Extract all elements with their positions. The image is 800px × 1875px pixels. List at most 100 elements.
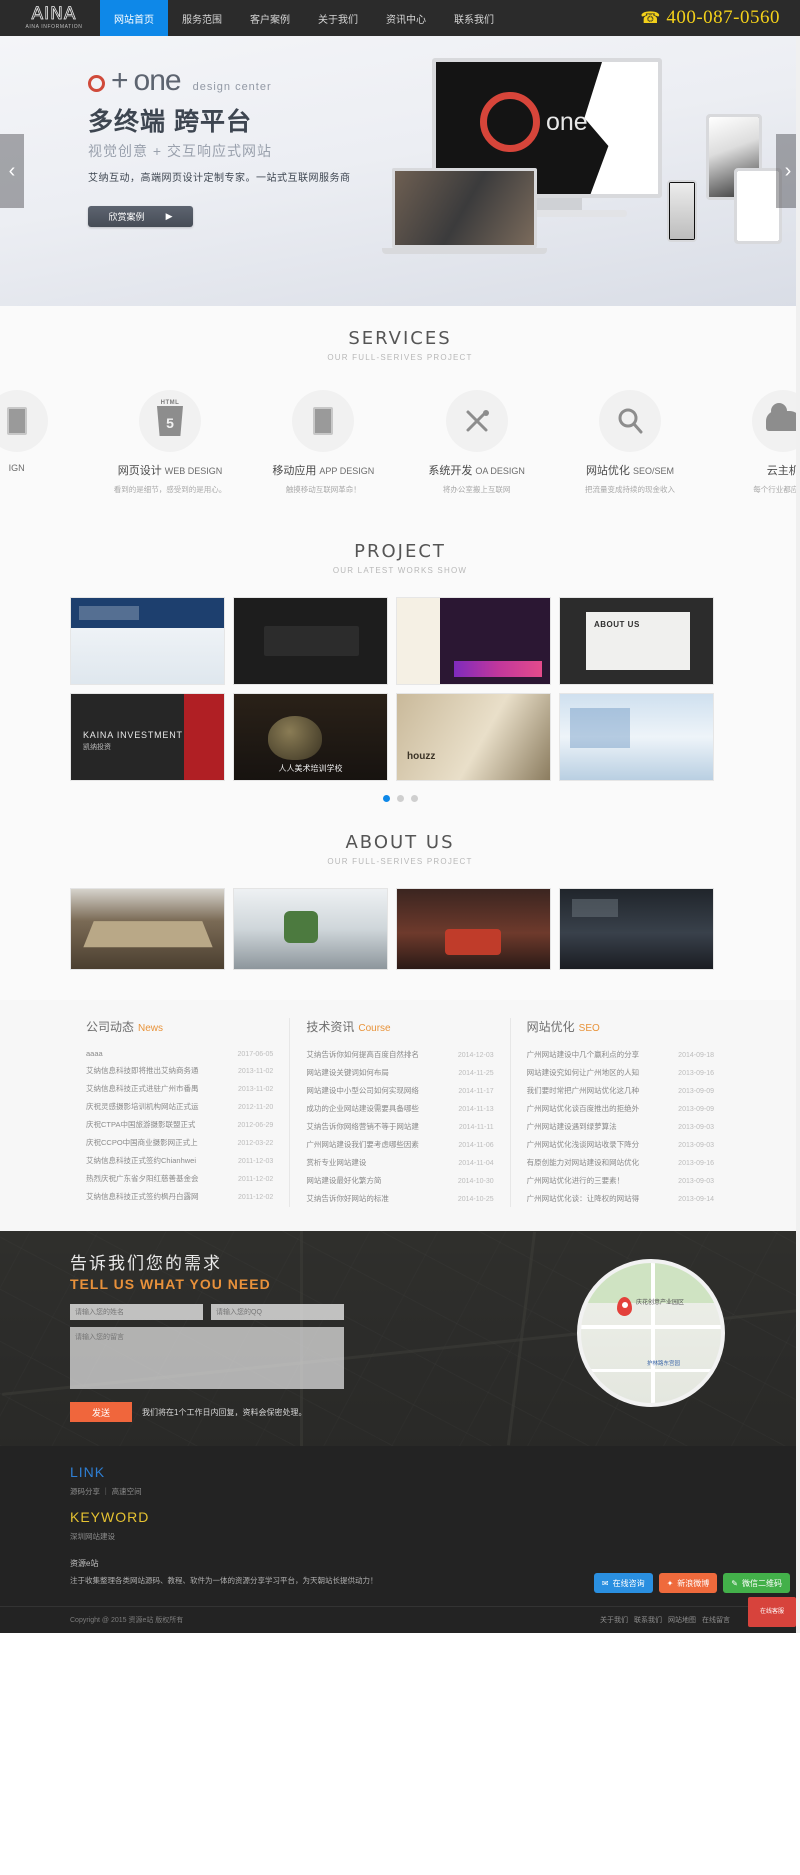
news-item[interactable]: 成功的企业网站建设需要具备哪些 2014-11-13: [306, 1099, 493, 1117]
news-item[interactable]: 艾纳告诉你好网站的标准 2014-10-25: [306, 1189, 493, 1207]
news-item[interactable]: 热烈庆祝广东省夕阳红慈善基金会 2011-12-02: [86, 1169, 273, 1187]
news-item[interactable]: 庆祝灵感摄影培训机构网站正式运 2012-11-20: [86, 1097, 273, 1115]
footer-nav-message[interactable]: 在线留言: [702, 1615, 730, 1625]
news-item[interactable]: 广州网站优化进行的三要素！ 2013-09-03: [527, 1171, 714, 1189]
news-item[interactable]: 艾纳信息科技即将推出艾纳商务通 2013-11-02: [86, 1061, 273, 1079]
weibo-button[interactable]: ✦ 新浪微博: [658, 1573, 718, 1593]
news-item[interactable]: 广州网站建设遇到绿萝算法 2013-09-03: [527, 1117, 714, 1135]
service-item-cloud[interactable]: 云主机 每个行业都应该有: [707, 390, 800, 495]
news-item[interactable]: 网站建设究如何让广州地区的人知 2013-09-16: [527, 1063, 714, 1081]
nav-item-cases[interactable]: 客户案例: [236, 0, 304, 36]
news-item-title: 广州网站优化谈百度推出的拒绝外: [526, 1103, 640, 1113]
news-item[interactable]: 广州网站优化浅谈网站收录下降分 2013-09-03: [527, 1135, 714, 1153]
service-item-seo[interactable]: 网站优化 SEO/SEM 把流量变成持续的现金收入: [553, 390, 706, 495]
floating-service-bar: ✉ 在线咨询 ✦ 新浪微博 ✎ 微信二维码: [593, 1573, 790, 1593]
monitor-ring-graphic: [480, 92, 540, 152]
map-thumbnail[interactable]: 庆花创意产业园区 护林路东宫园: [577, 1259, 725, 1407]
wechat-icon: ✎: [731, 1578, 738, 1588]
message-textarea[interactable]: [70, 1327, 344, 1389]
services-heading: SERVICES OUR FULL-SERIVES PROJECT: [0, 328, 800, 362]
send-button[interactable]: 发送: [70, 1402, 132, 1422]
news-column-tag: SEO: [578, 1023, 600, 1034]
nav-item-about[interactable]: 关于我们: [304, 0, 372, 36]
nav-item-services[interactable]: 服务范围: [168, 0, 236, 36]
service-item-webdesign[interactable]: HTML 5 网页设计 WEB DESIGN 看到的是细节，感受到的是用心。: [93, 390, 246, 495]
pagination-dot-3[interactable]: [410, 795, 418, 802]
news-item[interactable]: 艾纳信息科技正式签约Chianhwei 2011-12-03: [86, 1151, 273, 1169]
service-name: 网站优化: [585, 465, 630, 477]
service-label: 网页设计 WEB DESIGN: [93, 462, 246, 478]
pagination-dot-1[interactable]: [382, 795, 390, 802]
news-item-title: 庆祝CTPA中国旅游摄影联盟正式: [86, 1119, 196, 1129]
footer-keyword-items[interactable]: 深圳网站建设: [70, 1531, 730, 1542]
about-photo[interactable]: [233, 888, 388, 970]
about-photo[interactable]: [396, 888, 551, 970]
service-item-appdesign[interactable]: 移动应用 APP DESIGN 触摸移动互联网革命！: [247, 390, 400, 495]
project-card[interactable]: [233, 597, 388, 685]
news-item-date: 2013-09-03: [678, 1141, 714, 1149]
nav-item-home[interactable]: 网站首页: [100, 0, 168, 36]
about-photo[interactable]: [70, 888, 225, 970]
header-phone[interactable]: ☎ 400-087-0560: [640, 0, 800, 36]
project-card[interactable]: [559, 693, 714, 781]
project-card[interactable]: houzz: [396, 693, 551, 781]
news-item[interactable]: 广州网站建设我们要考虑哪些因素 2014-11-06: [306, 1135, 493, 1153]
news-item[interactable]: 艾纳告诉你网络营销不等于网站建 2014-11-11: [306, 1117, 493, 1135]
phone-number: 400-087-0560: [666, 7, 780, 28]
banner-prev-button[interactable]: ‹: [0, 134, 24, 208]
news-item-title: 网站建设关键词如何布局: [306, 1067, 389, 1077]
services-title: SERVICES: [348, 328, 452, 349]
footer-nav-contact[interactable]: 联系我们: [634, 1615, 662, 1625]
project-card[interactable]: [70, 597, 225, 685]
news-item[interactable]: 网站建设关键词如何布局 2014-11-25: [306, 1063, 493, 1081]
news-item[interactable]: 艾纳信息科技正式进驻广州市番禺 2013-11-02: [86, 1079, 273, 1097]
news-item-date: 2014-12-03: [457, 1051, 494, 1059]
footer-nav-sitemap[interactable]: 网站地图: [668, 1615, 696, 1625]
page-scrollbar[interactable]: [796, 0, 800, 1633]
name-input[interactable]: [70, 1304, 203, 1320]
hero-text-block: + one design center 多终端 跨平台 视觉创意 + 交互响应式…: [88, 64, 351, 227]
news-item[interactable]: 网站建设中小型公司如何实现网络 2014-11-17: [306, 1081, 493, 1099]
news-item[interactable]: 艾纳信息科技正式签约枫丹白露网 2011-12-02: [86, 1187, 273, 1205]
footer-nav-about[interactable]: 关于我们: [600, 1615, 628, 1625]
news-item[interactable]: 赏析专业网站建设 2014-11-04: [306, 1153, 493, 1171]
news-item-date: 2013-09-03: [678, 1177, 714, 1185]
nav-item-contact[interactable]: 联系我们: [440, 0, 508, 36]
hero-cta-button[interactable]: 欣赏案例 ▶: [88, 206, 193, 227]
project-card[interactable]: 人人美术培训学校: [233, 693, 388, 781]
service-desc: 每个行业都应该有: [753, 485, 800, 494]
online-service-badge[interactable]: 在线客服: [748, 1597, 796, 1627]
project-card[interactable]: KAINA INVESTMENT 凯纳投资: [70, 693, 225, 781]
news-item-date: 2013-09-09: [678, 1087, 714, 1095]
news-column-tag: News: [138, 1023, 164, 1034]
tablet2-mockup: [734, 168, 782, 244]
news-item[interactable]: 艾纳告诉你如何提高百度自然排名 2014-12-03: [306, 1045, 493, 1063]
news-item[interactable]: 庆祝CTPA中国旅游摄影联盟正式 2012-06-29: [86, 1115, 273, 1133]
news-item[interactable]: 广州网站优化谈百度推出的拒绝外 2013-09-09: [527, 1099, 714, 1117]
project-card[interactable]: [396, 597, 551, 685]
service-item-uidesign[interactable]: IGN: [0, 390, 93, 495]
online-chat-button[interactable]: ✉ 在线咨询: [593, 1573, 653, 1593]
service-label: 网站优化 SEO/SEM: [553, 462, 706, 478]
nav-item-news[interactable]: 资讯中心: [372, 0, 440, 36]
service-item-oadesign[interactable]: 系统开发 OA DESIGN 将办公室搬上互联网: [400, 390, 553, 495]
news-item-date: 2011-12-03: [238, 1157, 274, 1165]
news-item[interactable]: aaaa 2017-06-05: [86, 1045, 273, 1061]
news-item[interactable]: 广州网站建设中几个赢利点的分享 2014-09-18: [527, 1045, 714, 1063]
news-item[interactable]: 广州网站优化谈：让降权的网站得 2013-09-14: [527, 1189, 714, 1207]
footer-link-items[interactable]: 源码分享 ｜ 高速空间: [70, 1486, 730, 1497]
service-name: 系统开发: [428, 465, 473, 477]
hero-headline: 多终端 跨平台: [88, 108, 252, 136]
news-item[interactable]: 有原创能力对网站建设和网站优化 2013-09-16: [527, 1153, 714, 1171]
site-logo[interactable]: AINA AINA INFORMATION: [0, 0, 100, 36]
wechat-qr-button[interactable]: ✎ 微信二维码: [723, 1573, 790, 1593]
pagination-dot-2[interactable]: [396, 795, 404, 802]
news-item[interactable]: 我们要时常把广州网站优化这几种 2013-09-09: [527, 1081, 714, 1099]
news-item[interactable]: 庆祝CCPO中国商业摄影网正式上 2012-03-22: [86, 1133, 273, 1151]
project-card[interactable]: [559, 597, 714, 685]
about-photo[interactable]: [559, 888, 714, 970]
qq-input[interactable]: [211, 1304, 344, 1320]
news-column-seo: 网站优化 SEO 广州网站建设中几个赢利点的分享 2014-09-18 网站建设究如…: [509, 1018, 730, 1207]
news-item[interactable]: 网站建设最好化繁方简 2014-10-30: [306, 1171, 493, 1189]
news-item-title: 赏析专业网站建设: [306, 1157, 367, 1167]
